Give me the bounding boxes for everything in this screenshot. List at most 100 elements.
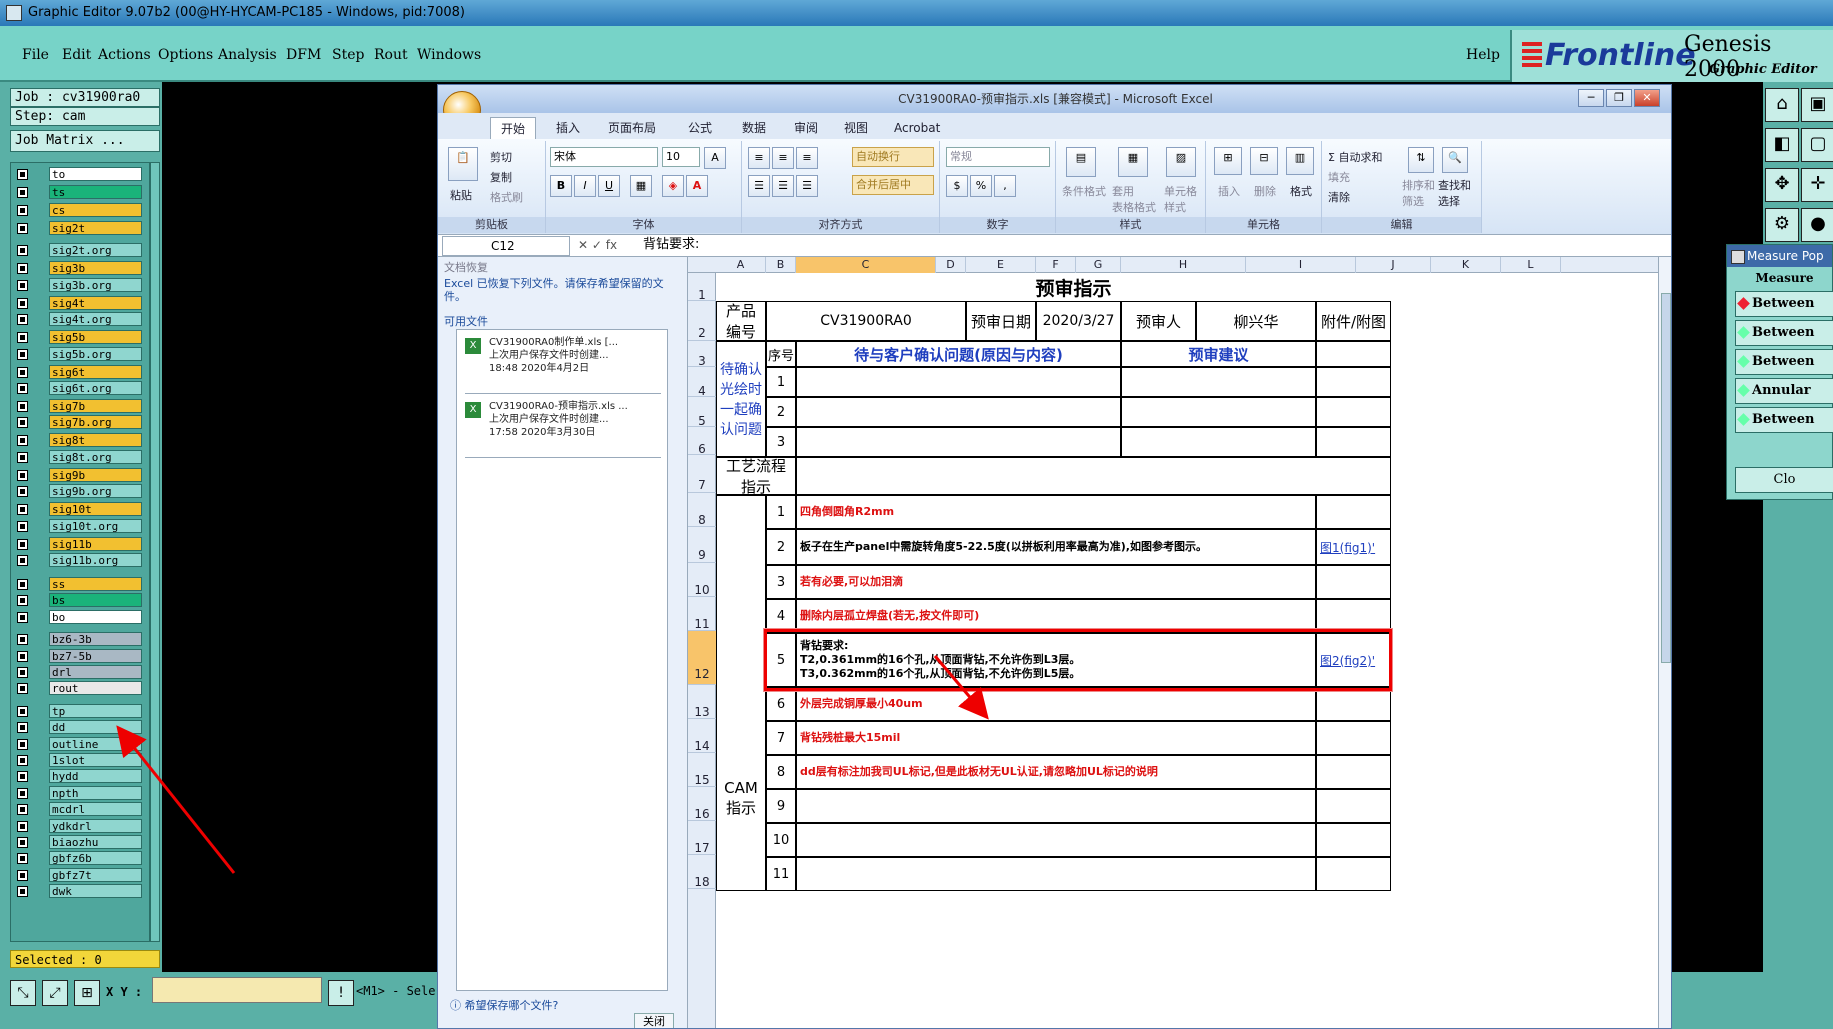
- measure-between-2[interactable]: Between: [1735, 320, 1833, 346]
- layer-row-sig10t[interactable]: sig10t: [11, 502, 149, 517]
- measure-between-4[interactable]: Between: [1735, 407, 1833, 433]
- minimize-icon[interactable]: ─: [1578, 89, 1604, 107]
- layer-row-sig6t[interactable]: sig6t: [11, 364, 149, 380]
- layer-checkbox[interactable]: [17, 771, 28, 783]
- menu-options[interactable]: Options: [158, 47, 213, 63]
- layer-row-gbfz7t[interactable]: gbfz7t: [11, 867, 149, 883]
- number-format-select[interactable]: 常规: [946, 147, 1050, 167]
- suggest-cell[interactable]: [1121, 427, 1316, 457]
- cam-item-text[interactable]: 若有必要,可以加泪滴: [796, 565, 1316, 599]
- layer-row-sig9b-org[interactable]: sig9b.org: [11, 484, 149, 499]
- product-value[interactable]: CV31900RA0: [766, 301, 966, 341]
- layer-checkbox[interactable]: [17, 804, 28, 816]
- row-header-15[interactable]: 15: [688, 753, 716, 787]
- attach-cell[interactable]: [1316, 397, 1391, 427]
- align-bottom-icon[interactable]: ≡: [796, 147, 818, 169]
- tool-record-icon[interactable]: ●: [1801, 208, 1833, 242]
- layer-checkbox[interactable]: [17, 223, 28, 234]
- layer-checkbox[interactable]: [17, 417, 28, 429]
- layer-row-tp[interactable]: tp: [11, 703, 149, 719]
- tool-measure-icon[interactable]: ⚙: [1765, 208, 1799, 242]
- layer-row-sig6t-org[interactable]: sig6t.org: [11, 381, 149, 396]
- cam-item-text[interactable]: 四角倒圆角R2mm: [796, 495, 1316, 529]
- layer-checkbox[interactable]: [17, 820, 28, 832]
- restore-icon[interactable]: ❐: [1606, 89, 1632, 107]
- cell-styles-button[interactable]: 单元格 样式: [1164, 183, 1197, 215]
- cam-item-text[interactable]: dd层有标注加我司UL标记,但是此板材无UL认证,请忽略加UL标记的说明: [796, 755, 1316, 789]
- layer-row-sig3b[interactable]: sig3b: [11, 261, 149, 276]
- row-header-18[interactable]: 18: [688, 855, 716, 889]
- layer-checkbox[interactable]: [17, 611, 28, 623]
- format-painter-button[interactable]: 格式刷: [490, 189, 523, 205]
- grow-font-icon[interactable]: A: [704, 147, 726, 169]
- layer-row-sig4t-org[interactable]: sig4t.org: [11, 312, 149, 327]
- row-header-11[interactable]: 11: [688, 597, 716, 631]
- cam-item-num[interactable]: 7: [766, 721, 796, 755]
- attach-cell[interactable]: [1316, 367, 1391, 397]
- layer-checkbox[interactable]: [17, 486, 28, 498]
- column-header-D[interactable]: D: [936, 257, 966, 273]
- cam-item-attach[interactable]: [1316, 789, 1391, 823]
- pending-label[interactable]: 待确认 光绘时 一起确 认问题: [716, 341, 766, 457]
- cam-item-attach[interactable]: 图1(fig1)': [1316, 529, 1391, 565]
- conditional-format-button[interactable]: 条件格式: [1062, 183, 1106, 199]
- cam-item-attach[interactable]: [1316, 721, 1391, 755]
- layer-checkbox[interactable]: [17, 837, 28, 848]
- layer-checkbox[interactable]: [17, 722, 28, 734]
- cam-item-attach[interactable]: [1316, 857, 1391, 891]
- menu-step[interactable]: Step: [332, 47, 364, 63]
- layer-row-biaozhu[interactable]: biaozhu: [11, 835, 149, 850]
- cam-item-attach[interactable]: [1316, 565, 1391, 599]
- insert-icon[interactable]: ⊞: [1214, 147, 1242, 175]
- layer-checkbox[interactable]: [17, 469, 28, 481]
- tool-move-icon[interactable]: ✥: [1765, 168, 1799, 202]
- merge-center-button[interactable]: 合并后居中: [852, 175, 934, 195]
- question-num[interactable]: 3: [766, 427, 796, 457]
- recovered-file-1[interactable]: X CV31900RA0制作单.xls [... 上次用户保存文件时创建... …: [465, 336, 661, 394]
- fill-button[interactable]: 填充: [1328, 169, 1350, 185]
- percent-icon[interactable]: %: [970, 175, 992, 197]
- paste-button[interactable]: 粘贴: [450, 187, 472, 203]
- layer-checkbox[interactable]: [17, 297, 28, 309]
- cam-item-num[interactable]: 6: [766, 687, 796, 721]
- layer-row-bs[interactable]: bs: [11, 593, 149, 608]
- question-header[interactable]: 待与客户确认问题(原因与内容): [796, 341, 1121, 367]
- cam-item-attach[interactable]: [1316, 599, 1391, 633]
- align-middle-icon[interactable]: ≡: [772, 147, 794, 169]
- column-header-F[interactable]: F: [1036, 257, 1076, 273]
- tool-copy-icon[interactable]: ▣: [1801, 88, 1833, 122]
- cam-item-text[interactable]: 删除内层孤立焊盘(若无,按文件即可): [796, 599, 1316, 633]
- column-header-E[interactable]: E: [966, 257, 1036, 273]
- layer-checkbox[interactable]: [17, 435, 28, 447]
- menu-file[interactable]: File: [22, 47, 49, 63]
- layer-checkbox[interactable]: [17, 279, 28, 291]
- column-header-C[interactable]: C: [796, 257, 936, 273]
- sort-filter-button[interactable]: 排序和 筛选: [1402, 177, 1435, 209]
- layer-row-outline[interactable]: outline: [11, 736, 149, 752]
- suggest-cell[interactable]: [1121, 367, 1316, 397]
- layer-checkbox[interactable]: [17, 205, 28, 216]
- row-header-8[interactable]: 8: [688, 493, 716, 527]
- currency-icon[interactable]: $: [946, 175, 968, 197]
- measure-close-button[interactable]: Clo: [1735, 467, 1833, 493]
- layer-row-ydkdrl[interactable]: ydkdrl: [11, 818, 149, 834]
- layer-checkbox[interactable]: [17, 869, 28, 881]
- layer-checkbox[interactable]: [17, 705, 28, 717]
- layer-row-sig7b[interactable]: sig7b: [11, 399, 149, 414]
- suggest-cell[interactable]: [1121, 397, 1316, 427]
- font-name-select[interactable]: 宋体: [550, 147, 658, 167]
- job-matrix-button[interactable]: Job Matrix ...: [10, 130, 160, 152]
- row-header-2[interactable]: 2: [688, 301, 716, 341]
- close-icon[interactable]: ✕: [1634, 89, 1660, 107]
- table-format-icon[interactable]: ▦: [1118, 147, 1148, 177]
- suggest-header[interactable]: 预审建议: [1121, 341, 1316, 367]
- menu-analysis[interactable]: Analysis: [218, 47, 277, 63]
- layer-row-gbfz6b[interactable]: gbfz6b: [11, 851, 149, 866]
- zoom-area-icon[interactable]: ⤢: [42, 980, 68, 1006]
- sort-filter-icon[interactable]: ⇅: [1408, 147, 1434, 173]
- row-header-7[interactable]: 7: [688, 455, 716, 493]
- layer-checkbox[interactable]: [17, 263, 28, 275]
- cam-item-text[interactable]: 背钻残桩最大15mil: [796, 721, 1316, 755]
- row-header-4[interactable]: 4: [688, 367, 716, 398]
- border-icon[interactable]: ▦: [630, 175, 652, 197]
